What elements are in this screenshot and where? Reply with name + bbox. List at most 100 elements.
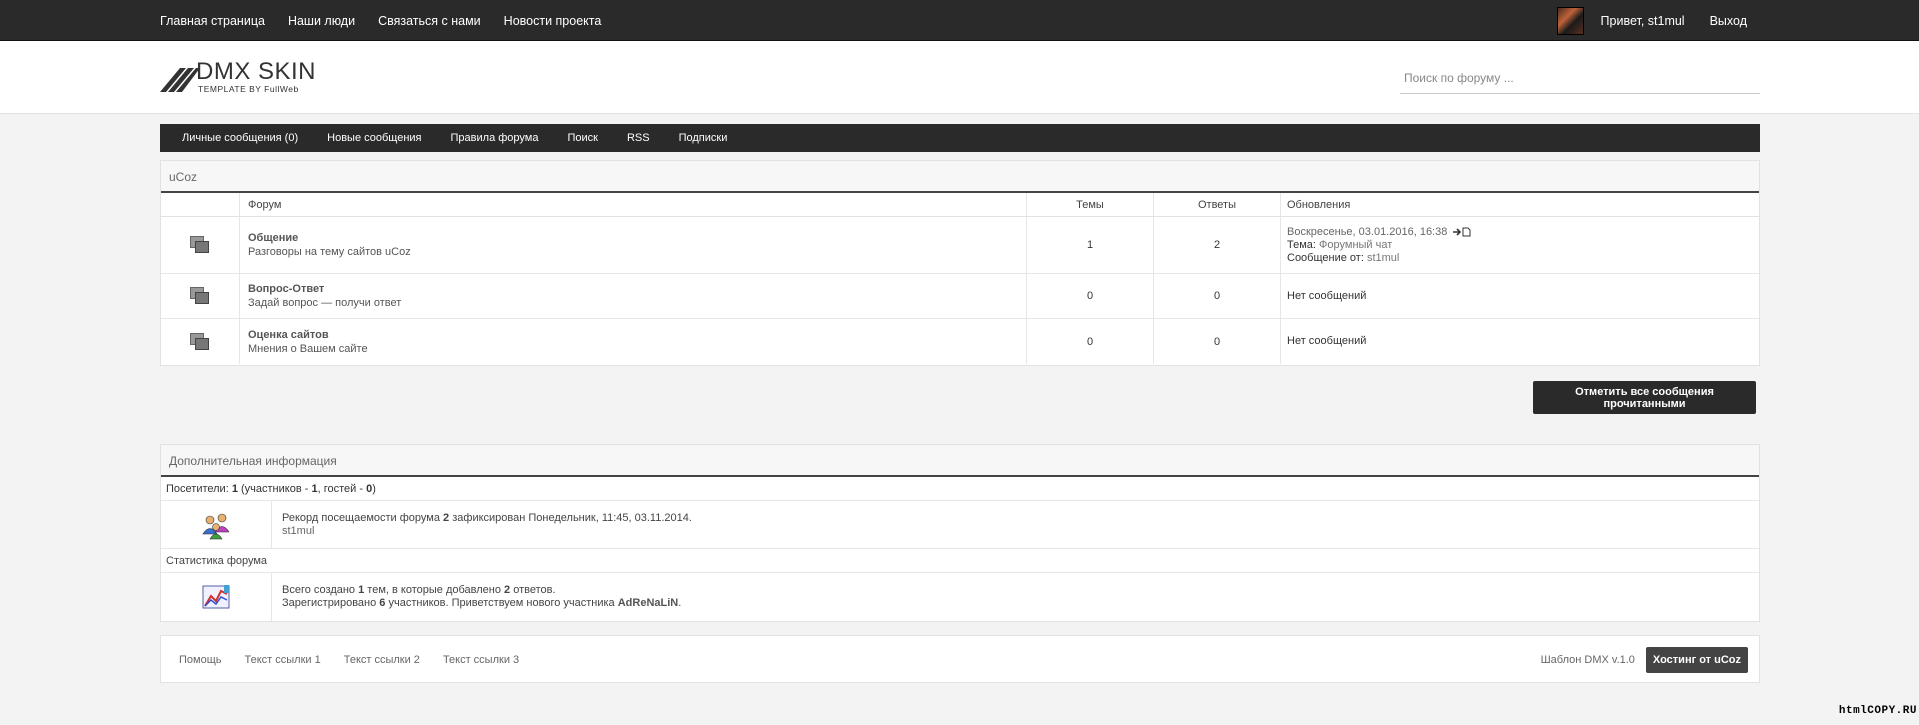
site-footer: Помощь Текст ссылки 1 Текст ссылки 2 Тек… (160, 635, 1760, 683)
forum-answers-count: 0 (1154, 319, 1281, 364)
header-forum: Форум (240, 193, 1027, 216)
footer-link-3[interactable]: Текст ссылки 3 (443, 654, 519, 666)
subnav-new-messages[interactable]: Новые сообщения (327, 132, 421, 144)
forum-answers-count: 0 (1154, 274, 1281, 318)
users-icon (202, 513, 230, 539)
last-author-link[interactable]: st1mul (1367, 252, 1399, 264)
forum-title-link[interactable]: Общение (248, 232, 298, 244)
record-row: Рекорд посещаемости форума 2 зафиксирова… (161, 501, 1759, 549)
nav-people-link[interactable]: Наши люди (288, 14, 355, 28)
stats-text: Всего создано 1 тем, в которые добавлено… (282, 584, 682, 609)
members-count: 1 (311, 483, 318, 495)
last-author-label: Сообщение от: (1287, 251, 1364, 264)
forum-description: Задай вопрос — получи ответ (248, 297, 402, 309)
forum-last-update: Воскресенье, 03.01.2016, 16:38 Тема: Фор… (1281, 217, 1759, 273)
forum-row: Общение Разговоры на тему сайтов uCoz 1 … (161, 217, 1759, 274)
stats-label: Статистика форума (161, 549, 1759, 573)
info-title: Дополнительная информация (161, 445, 1759, 477)
logo-name: DMX SKIN (196, 58, 317, 85)
subnav-private-messages[interactable]: Личные сообщения (0) (182, 132, 298, 144)
footer-link-1[interactable]: Текст ссылки 1 (245, 654, 321, 666)
footer-right: Шаблон DMX v.1.0 Хостинг от uCoz (1541, 636, 1748, 684)
forum-info-cell: Общение Разговоры на тему сайтов uCoz (240, 217, 1027, 273)
hosting-button[interactable]: Хостинг от uCoz (1645, 647, 1748, 673)
go-to-post-icon[interactable] (1453, 227, 1471, 237)
forum-info-cell: Вопрос-Ответ Задай вопрос — получи ответ (240, 274, 1027, 318)
forum-search-input[interactable] (1400, 63, 1760, 94)
last-topic-link[interactable]: Форумный чат (1319, 239, 1392, 251)
forum-row: Оценка сайтов Мнения о Вашем сайте 0 0 Н… (161, 319, 1759, 364)
subnav-search[interactable]: Поиск (567, 132, 597, 144)
forum-table-header: Форум Темы Ответы Обновления (161, 193, 1759, 217)
header-topics: Темы (1027, 193, 1154, 216)
mark-all-read-button[interactable]: Отметить все сообщения прочитанными (1533, 381, 1756, 414)
additional-info-panel: Дополнительная информация Посетители: 1 … (160, 444, 1760, 622)
nav-home-link[interactable]: Главная страница (160, 14, 265, 28)
watermark: htmlCOPY.RU (1838, 705, 1917, 717)
new-user-link[interactable]: AdReNaLiN (618, 597, 679, 609)
subnav-rss[interactable]: RSS (627, 132, 650, 144)
stats-added-label: тем, в которые добавлено (367, 584, 501, 596)
category-title[interactable]: uCoz (161, 161, 1759, 193)
forum-last-update: Нет сообщений (1287, 289, 1367, 302)
header-icon-col (161, 193, 240, 216)
logout-link[interactable]: Выход (1710, 14, 1747, 28)
stats-answers-label: ответов. (513, 584, 556, 596)
record-cell-icon (161, 501, 272, 548)
record-user-link[interactable]: st1mul (282, 525, 1759, 538)
user-area: Привет, st1mul Выход (1556, 0, 1747, 41)
forum-folder-icon (190, 287, 210, 305)
guests-label: гостей - (323, 483, 364, 495)
top-nav: Главная страница Наши люди Связаться с н… (160, 0, 624, 41)
header-answers: Ответы (1154, 193, 1281, 216)
forum-row: Вопрос-Ответ Задай вопрос — получи ответ… (161, 274, 1759, 319)
top-navbar: Главная страница Наши люди Связаться с н… (0, 0, 1919, 41)
stats-cell-icon (161, 573, 272, 621)
forum-topics-count: 0 (1027, 319, 1154, 364)
stats-answers-count: 2 (504, 584, 511, 596)
last-topic-label: Тема: (1287, 238, 1316, 251)
visitors-total: 1 (231, 483, 238, 495)
forum-title-link[interactable]: Оценка сайтов (248, 329, 329, 341)
logo-stripes-icon (160, 68, 200, 92)
reg-count: 6 (379, 597, 386, 609)
forum-info-cell: Оценка сайтов Мнения о Вашем сайте (240, 319, 1027, 364)
forum-topics-count: 1 (1027, 217, 1154, 273)
nav-contact-link[interactable]: Связаться с нами (378, 14, 481, 28)
chart-icon (202, 585, 230, 609)
forum-description: Разговоры на тему сайтов uCoz (248, 246, 411, 258)
site-header: DMX SKIN TEMPLATE BY FullWeb (0, 41, 1919, 114)
forum-title-link[interactable]: Вопрос-Ответ (248, 283, 324, 295)
header-updates: Обновления (1287, 199, 1351, 211)
footer-link-2[interactable]: Текст ссылки 2 (344, 654, 420, 666)
stats-row: Всего создано 1 тем, в которые добавлено… (161, 573, 1759, 621)
avatar[interactable] (1556, 6, 1584, 35)
logo-subtitle: TEMPLATE BY FullWeb (198, 84, 299, 94)
reg-label: Зарегистрировано (282, 597, 377, 609)
visitors-line: Посетители: 1 (участников - 1, гостей - … (161, 477, 1759, 501)
record-text: Рекорд посещаемости форума 2 зафиксирова… (272, 501, 1759, 548)
nav-news-link[interactable]: Новости проекта (504, 14, 602, 28)
record-value: 2 (443, 511, 450, 524)
forum-subnav: Личные сообщения (0) Новые сообщения Пра… (160, 124, 1760, 152)
site-logo[interactable]: DMX SKIN TEMPLATE BY FullWeb (160, 56, 330, 96)
subnav-rules[interactable]: Правила форума (451, 132, 539, 144)
forum-status-cell (161, 217, 240, 273)
last-post-date-link[interactable]: Воскресенье, 03.01.2016, 16:38 (1287, 226, 1447, 238)
footer-help-link[interactable]: Помощь (179, 654, 222, 666)
stats-created-label: Всего создано (282, 584, 356, 596)
forum-last-update: Нет сообщений (1287, 335, 1367, 347)
subnav-subscriptions[interactable]: Подписки (679, 132, 728, 144)
forum-topics-count: 0 (1027, 274, 1154, 318)
user-greeting[interactable]: Привет, st1mul (1601, 14, 1685, 28)
forum-description: Мнения о Вашем сайте (248, 342, 368, 355)
footer-links: Помощь Текст ссылки 1 Текст ссылки 2 Тек… (179, 636, 542, 684)
reg-welcome-label: участников. Приветствуем нового участник… (388, 597, 615, 609)
record-label: Рекорд посещаемости форума (282, 511, 440, 524)
forum-folder-icon (190, 332, 210, 351)
template-version: Шаблон DMX v.1.0 (1540, 654, 1635, 666)
stats-topics-count: 1 (358, 584, 365, 596)
members-label: участников - (244, 483, 309, 495)
forum-category-panel: uCoz Форум Темы Ответы Обновления Общени… (160, 160, 1760, 366)
record-date: зафиксирован Понедельник, 11:45, 03.11.2… (452, 511, 692, 524)
